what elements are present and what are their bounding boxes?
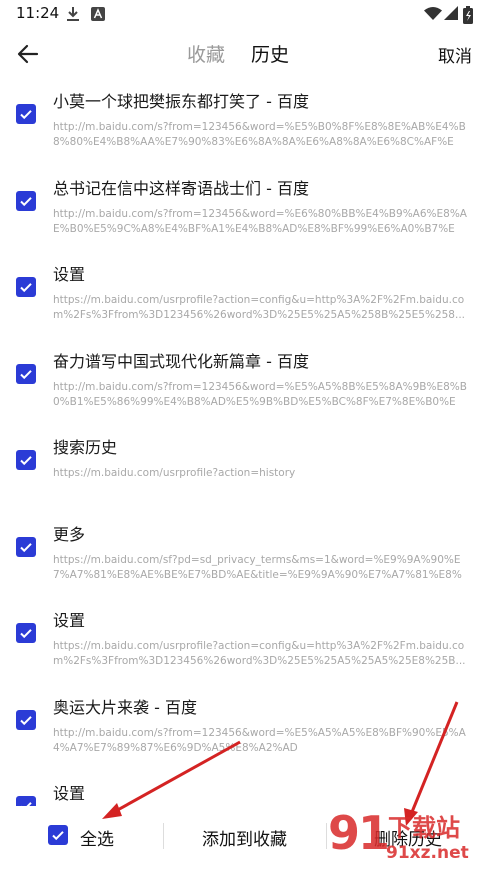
status-bar: 11:24	[0, 0, 489, 30]
header: 收藏 历史 取消	[0, 30, 489, 78]
item-checkbox[interactable]	[16, 277, 36, 297]
item-checkbox[interactable]	[16, 104, 36, 124]
list-item[interactable]: 设置 https://m.baidu.com/usrprofile?action…	[0, 597, 489, 684]
watermark-logo: 91 下载站 91xz.net	[328, 806, 489, 869]
item-checkbox[interactable]	[16, 450, 36, 470]
download-icon	[66, 6, 80, 26]
item-url: https://m.baidu.com/sf?pd=sd_privacy_ter…	[53, 553, 462, 581]
check-icon	[20, 715, 32, 725]
tab-history[interactable]: 历史	[251, 40, 289, 67]
divider	[163, 823, 164, 849]
check-icon	[52, 831, 64, 841]
item-url: https://m.baidu.com/usrprofile?action=co…	[53, 294, 466, 321]
history-list: 小莫一个球把樊振东都打笑了 - 百度 http://m.baidu.com/s?…	[0, 78, 489, 857]
item-title: 搜索历史	[53, 438, 118, 457]
cancel-button[interactable]: 取消	[438, 42, 472, 67]
check-icon	[20, 283, 32, 293]
check-icon	[20, 110, 32, 120]
item-title: 小莫一个球把樊振东都打笑了 - 百度	[53, 92, 309, 111]
item-checkbox[interactable]	[16, 190, 36, 211]
check-icon	[20, 542, 32, 552]
item-url: http://m.baidu.com/s?from=123456&word=%E…	[53, 121, 466, 148]
item-title: 奋力谱写中国式现代化新篇章 - 百度	[53, 351, 309, 371]
list-item[interactable]: 搜索历史 https://m.baidu.com/usrprofile?acti…	[0, 424, 489, 511]
item-checkbox[interactable]	[16, 623, 36, 643]
watermark-number: 91	[328, 806, 390, 860]
item-title: 设置	[53, 265, 86, 284]
battery-icon	[463, 6, 473, 28]
divider	[326, 823, 327, 849]
list-item[interactable]: 小莫一个球把樊振东都打笑了 - 百度 http://m.baidu.com/s?…	[0, 78, 489, 165]
item-url: http://m.baidu.com/s?from=123456&word=%E…	[53, 726, 466, 754]
select-all-checkbox[interactable]	[48, 825, 68, 845]
item-checkbox[interactable]	[16, 363, 36, 384]
check-icon	[20, 369, 32, 379]
item-url: https://m.baidu.com/usrprofile?action=co…	[53, 640, 466, 667]
item-url: http://m.baidu.com/s?from=123456&word=%E…	[53, 380, 467, 408]
font-a-icon	[91, 6, 105, 25]
item-url: http://m.baidu.com/s?from=123456&word=%E…	[53, 207, 467, 235]
arrow-left-icon	[17, 44, 39, 64]
item-title: 总书记在信中这样寄语战士们 - 百度	[53, 178, 309, 198]
tab-favorites[interactable]: 收藏	[187, 40, 225, 67]
watermark-site: 91xz.net	[386, 843, 469, 863]
item-checkbox[interactable]	[16, 536, 36, 557]
signal-icon	[444, 6, 458, 25]
item-url: https://m.baidu.com/usrprofile?action=hi…	[53, 467, 296, 479]
status-time: 11:24	[16, 4, 60, 22]
check-icon	[20, 629, 32, 639]
wifi-icon	[424, 6, 442, 25]
list-item[interactable]: 奥运大片来袭 - 百度 http://m.baidu.com/s?from=12…	[0, 684, 489, 771]
item-title: 更多	[53, 524, 86, 544]
list-item[interactable]: 总书记在信中这样寄语战士们 - 百度 http://m.baidu.com/s?…	[0, 165, 489, 252]
back-button[interactable]	[10, 36, 46, 72]
list-item[interactable]: 奋力谱写中国式现代化新篇章 - 百度 http://m.baidu.com/s?…	[0, 338, 489, 425]
add-to-favorites-button[interactable]: 添加到收藏	[202, 825, 287, 850]
list-item[interactable]: 更多 https://m.baidu.com/sf?pd=sd_privacy_…	[0, 511, 489, 598]
item-title: 设置	[53, 784, 86, 803]
item-title: 奥运大片来袭 - 百度	[53, 697, 197, 717]
list-item[interactable]: 设置 https://m.baidu.com/usrprofile?action…	[0, 251, 489, 338]
item-checkbox[interactable]	[16, 709, 36, 730]
item-title: 设置	[53, 611, 86, 630]
watermark-brand: 下载站	[388, 814, 460, 842]
select-all-button[interactable]: 全选	[80, 825, 114, 850]
check-icon	[20, 456, 32, 466]
check-icon	[20, 196, 32, 206]
